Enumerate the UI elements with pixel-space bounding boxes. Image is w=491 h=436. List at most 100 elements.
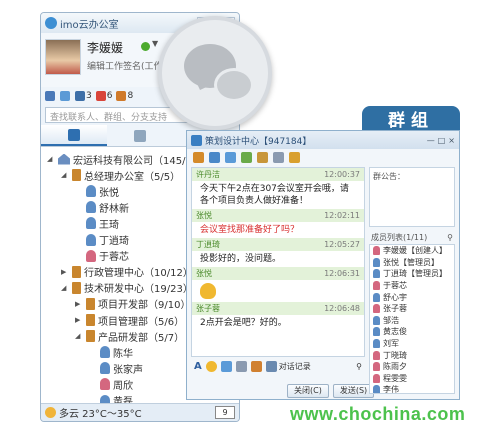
member-name: 邹浩 <box>383 315 399 325</box>
members-header: 成员列表(1/11) ⚲ <box>369 231 455 244</box>
image-icon[interactable] <box>220 360 232 372</box>
message-sender[interactable]: 丁逍琦 <box>196 239 220 250</box>
person-icon <box>86 217 96 230</box>
minimize-button[interactable]: — <box>427 136 435 145</box>
person-icon <box>86 233 96 246</box>
tab-contacts[interactable] <box>107 125 173 146</box>
member-item[interactable]: 舒心宇 <box>370 291 454 303</box>
chat-title: 策划设计中心【947184】 <box>205 136 312 147</box>
expand-arrow-icon[interactable]: ▶ <box>61 268 69 276</box>
person-icon <box>373 292 380 302</box>
tree-group-item[interactable]: ◢ 总经理办公室（5/5） <box>61 167 180 183</box>
people-icon[interactable] <box>209 151 220 163</box>
quickbar-item[interactable]: 3 <box>75 91 92 101</box>
settings-icon[interactable] <box>289 151 300 163</box>
tree-item-label: 项目管理部（5/6） <box>98 316 185 328</box>
tree-person-item[interactable]: 周欣 <box>89 376 133 392</box>
avatar[interactable] <box>45 39 81 75</box>
member-item[interactable]: 于蓉芯 <box>370 280 454 292</box>
search-icon[interactable]: ⚲ <box>356 362 362 371</box>
site-watermark: www.chochina.com <box>290 404 466 424</box>
message-header: 丁逍琦 12:05:27 <box>192 238 364 251</box>
members-icon[interactable] <box>193 151 204 163</box>
tree-item-label: 技术研发中心（19/23） <box>84 284 193 296</box>
person-icon <box>373 373 380 383</box>
message-sender[interactable]: 张悦 <box>196 210 212 221</box>
tree-person-item[interactable]: 陈华 <box>89 344 133 360</box>
quickbar-item[interactable] <box>45 91 56 101</box>
mail-icon[interactable] <box>225 151 236 163</box>
send-button[interactable]: 发送(S) <box>332 384 375 398</box>
message-text: 今天下午2点在307会议室开会哦，请各个项目负责人做好准备！ <box>200 184 349 206</box>
font-icon[interactable]: A <box>194 361 202 372</box>
maximize-button[interactable]: □ <box>438 136 446 145</box>
expand-arrow-icon[interactable]: ▶ <box>75 300 83 308</box>
message-text: 会议室找那准备好了吗？ <box>200 225 300 235</box>
tree-person-item[interactable]: 舒林新 <box>75 199 129 215</box>
member-item[interactable]: 陈雨夕 <box>370 361 454 373</box>
expand-arrow-icon[interactable]: ▶ <box>75 316 83 324</box>
member-item[interactable]: 张悦【管理员】 <box>370 257 454 269</box>
person-icon <box>373 269 380 279</box>
chat-record-label: 对话记录 <box>278 361 311 371</box>
quickbar-count: 8 <box>127 91 134 101</box>
online-status-icon[interactable] <box>141 42 150 51</box>
tree-group-item[interactable]: ▶ 项目开发部（9/10） <box>75 296 190 312</box>
collapse-arrow-icon[interactable]: ◢ <box>47 155 55 163</box>
tree-item-label: 陈华 <box>113 348 133 360</box>
screen-icon[interactable] <box>273 151 284 163</box>
close-button[interactable]: × <box>448 136 455 145</box>
collapse-arrow-icon[interactable]: ◢ <box>75 332 83 340</box>
tree-item-label: 张家声 <box>113 364 143 376</box>
quickbar-count: 6 <box>106 91 113 101</box>
quickbar-item[interactable]: 6 <box>95 91 113 101</box>
tree-person-item[interactable]: 张悦 <box>75 183 119 199</box>
company-icon <box>58 153 70 165</box>
tree-person-item[interactable]: 丁逍琦 <box>75 232 129 248</box>
shake-icon[interactable] <box>250 360 262 372</box>
member-item[interactable]: 程雯雯 <box>370 373 454 385</box>
apps-icon <box>116 91 127 101</box>
status-bar: 多云 23°C～35°C 9 <box>41 403 239 421</box>
member-name: 丁晓琦 <box>383 350 407 360</box>
tree-group-item[interactable]: ◢ 产品研发部（5/7） <box>75 328 184 344</box>
message-time: 12:05:27 <box>324 240 360 249</box>
close-chat-button[interactable]: 关闭(C) <box>287 384 329 398</box>
member-item[interactable]: 李媛媛【创建人】 <box>370 245 454 257</box>
message-sender[interactable]: 张子蓉 <box>196 303 220 314</box>
tree-person-item[interactable]: 于蓉芯 <box>75 248 129 264</box>
member-name: 张悦【管理员】 <box>383 257 439 267</box>
chevron-down-icon[interactable]: ▼ <box>152 39 158 48</box>
emoji-icon[interactable] <box>205 360 217 372</box>
user-name: 李媛媛 <box>87 41 124 55</box>
collapse-arrow-icon[interactable]: ◢ <box>61 171 69 179</box>
member-item[interactable]: 丁晓琦 <box>370 349 454 361</box>
quickbar-item[interactable] <box>60 91 71 101</box>
message-sender[interactable]: 张悦 <box>196 268 212 279</box>
note-icon <box>60 91 70 101</box>
member-item[interactable]: 李伟 <box>370 384 454 393</box>
tree-group-item[interactable]: ▶ 项目管理部（5/6） <box>75 312 184 328</box>
member-list: 李媛媛【创建人】 张悦【管理员】 丁逍琦【管理员】 于蓉芯 舒心宇 张子蓉 邹浩 黄志俊 刘军丁… <box>369 244 455 394</box>
member-search-icon[interactable]: ⚲ <box>447 233 453 242</box>
tree-group-item[interactable]: ▶ 行政管理中心（10/12） <box>61 264 193 280</box>
tree-group-item[interactable]: ◢ 技术研发中心（19/23） <box>61 280 193 296</box>
member-item[interactable]: 张子蓉 <box>370 303 454 315</box>
tree-person-item[interactable]: 王琦 <box>75 215 119 231</box>
tree-person-item[interactable]: 张家声 <box>89 360 143 376</box>
folder-icon[interactable] <box>257 151 268 163</box>
tab-organization[interactable] <box>41 125 107 146</box>
member-item[interactable]: 刘军 <box>370 338 454 350</box>
chat-record-button[interactable]: 对话记录 <box>265 360 311 372</box>
quickbar-item[interactable]: 8 <box>116 91 133 101</box>
message-sender[interactable]: 许丹洁 <box>196 169 220 180</box>
calendar-icon[interactable]: 9 <box>215 406 235 419</box>
member-item[interactable]: 黄志俊 <box>370 326 454 338</box>
file-share-icon[interactable] <box>241 151 252 163</box>
member-item[interactable]: 邹浩 <box>370 315 454 327</box>
screenshot-icon[interactable] <box>235 360 247 372</box>
tree-item-label: 张悦 <box>99 187 119 199</box>
member-item[interactable]: 丁逍琦【管理员】 <box>370 268 454 280</box>
person-icon <box>373 315 380 325</box>
collapse-arrow-icon[interactable]: ◢ <box>61 284 69 292</box>
